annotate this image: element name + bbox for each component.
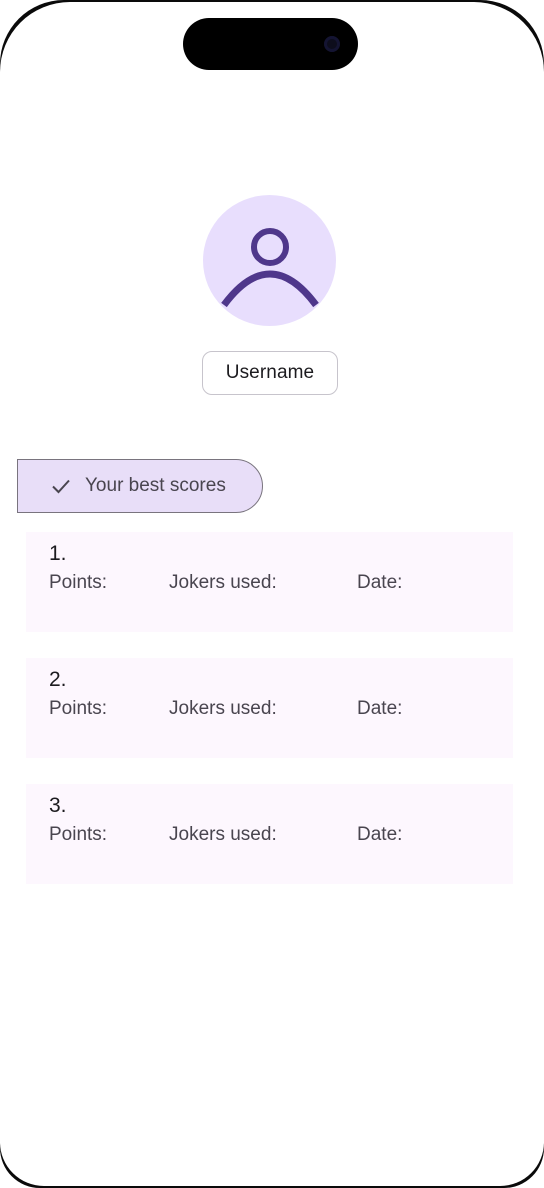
device-frame: Username Your best scores 1. Points: Jok… (0, 0, 544, 1188)
score-card: 3. Points: Jokers used: Date: (26, 784, 513, 884)
date-label: Date: (357, 698, 403, 719)
points-label: Points: (49, 572, 108, 593)
score-rank: 2. (49, 668, 67, 691)
dynamic-island (183, 18, 358, 70)
jokers-used-label: Jokers used: (169, 698, 277, 719)
score-rank: 1. (49, 542, 67, 565)
date-label: Date: (357, 824, 403, 845)
score-card: 2. Points: Jokers used: Date: (26, 658, 513, 758)
points-label: Points: (49, 824, 108, 845)
username-label: Username (225, 362, 315, 383)
jokers-used-label: Jokers used: (169, 572, 277, 593)
score-card: 1. Points: Jokers used: Date: (26, 532, 513, 632)
best-scores-label: Your best scores (85, 475, 226, 496)
best-scores-chip[interactable]: Your best scores (17, 459, 263, 513)
score-rank: 3. (49, 794, 67, 817)
date-label: Date: (357, 572, 403, 593)
avatar[interactable] (203, 195, 336, 326)
jokers-used-label: Jokers used: (169, 824, 277, 845)
username-button[interactable]: Username (202, 351, 338, 395)
check-icon (51, 476, 71, 496)
points-label: Points: (49, 698, 108, 719)
person-icon (221, 228, 319, 308)
app-screen: Username Your best scores 1. Points: Jok… (0, 2, 544, 1186)
front-camera-icon (324, 36, 340, 52)
